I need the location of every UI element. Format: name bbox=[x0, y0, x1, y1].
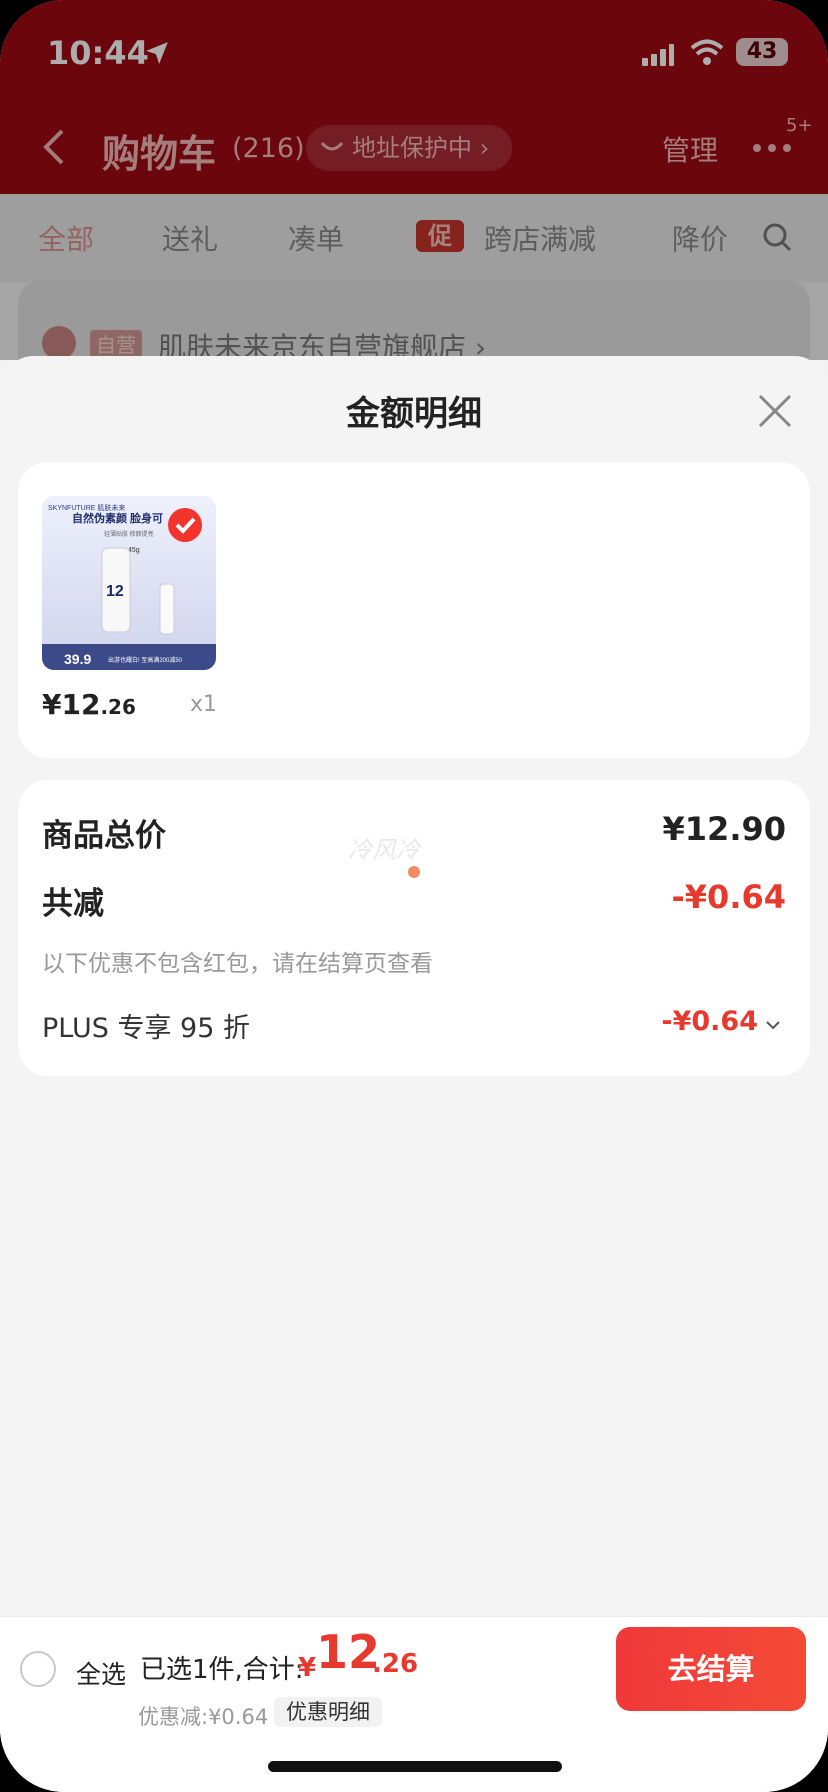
total-price-label: 商品总价 bbox=[42, 818, 166, 854]
total-amount-dec: .26 bbox=[372, 1649, 419, 1679]
watermark-text: 冷风冷 bbox=[348, 836, 420, 864]
product-price-int: ¥12 bbox=[42, 688, 101, 721]
screen: 10:44 43 购物车 (216) 地址保护中 › 管理 5+ 全部 送礼 凑… bbox=[0, 0, 828, 1792]
chevron-down-icon[interactable] bbox=[766, 1020, 780, 1030]
discount-text: 优惠减:¥0.64 bbox=[138, 1705, 269, 1729]
checkout-bar: 全选 已选1件,合计: ¥ 12 .26 优惠减:¥0.64 优惠明细 去结算 bbox=[0, 1616, 828, 1792]
close-icon[interactable] bbox=[756, 392, 794, 430]
dim-overlay[interactable] bbox=[0, 0, 828, 360]
product-sub-text: 轻薄贴肤 修颜提亮 bbox=[104, 530, 154, 538]
plus-discount-label: PLUS 专享 95 折 bbox=[42, 1013, 250, 1044]
reduction-value: -¥0.64 bbox=[671, 878, 787, 916]
product-brand-text: SKYNFUTURE 肌肤未来 bbox=[48, 503, 125, 512]
reduction-note: 以下优惠不包含红包，请在结算页查看 bbox=[42, 951, 433, 977]
product-bottom-line: 出游也耀白! 至高满200减50 bbox=[108, 656, 183, 664]
select-all-checkbox[interactable] bbox=[20, 1651, 56, 1687]
discount-detail-button[interactable]: 优惠明细 bbox=[274, 1697, 382, 1727]
product-number-text: 12 bbox=[106, 583, 124, 600]
product-price-badge: 39.9 bbox=[64, 651, 91, 667]
amount-detail-sheet: 金额明细 SKYNFUTURE 肌肤未来 自然伪素颜 脸身可 轻薄贴肤 修颜提亮 bbox=[0, 356, 828, 1792]
checkout-button[interactable]: 去结算 bbox=[616, 1627, 806, 1711]
select-all-label[interactable]: 全选 bbox=[76, 1655, 126, 1691]
product-selected-checkmark[interactable] bbox=[168, 508, 202, 542]
check-icon bbox=[175, 517, 196, 534]
product-price: ¥12.26 bbox=[42, 688, 136, 721]
product-headline-text: 自然伪素颜 脸身可 bbox=[72, 511, 163, 525]
total-currency: ¥ bbox=[298, 1653, 317, 1683]
product-card: SKYNFUTURE 肌肤未来 自然伪素颜 脸身可 轻薄贴肤 修颜提亮 45g … bbox=[18, 462, 810, 758]
total-price-value: ¥12.90 bbox=[662, 810, 786, 848]
selected-summary-text: 已选1件,合计: bbox=[140, 1655, 304, 1685]
sheet-title: 金额明细 bbox=[346, 394, 482, 434]
plus-discount-value[interactable]: -¥0.64 bbox=[661, 1006, 758, 1037]
product-price-dec: .26 bbox=[100, 695, 136, 719]
price-summary-card: 商品总价 ¥12.90 冷风冷 共减 -¥0.64 以下优惠不包含红包，请在结算… bbox=[18, 780, 810, 1076]
total-amount-int: 12 bbox=[316, 1625, 381, 1679]
product-quantity: x1 bbox=[190, 692, 218, 717]
home-indicator[interactable] bbox=[268, 1761, 562, 1772]
indicator-dot bbox=[408, 866, 420, 878]
reduction-label: 共减 bbox=[42, 886, 104, 922]
